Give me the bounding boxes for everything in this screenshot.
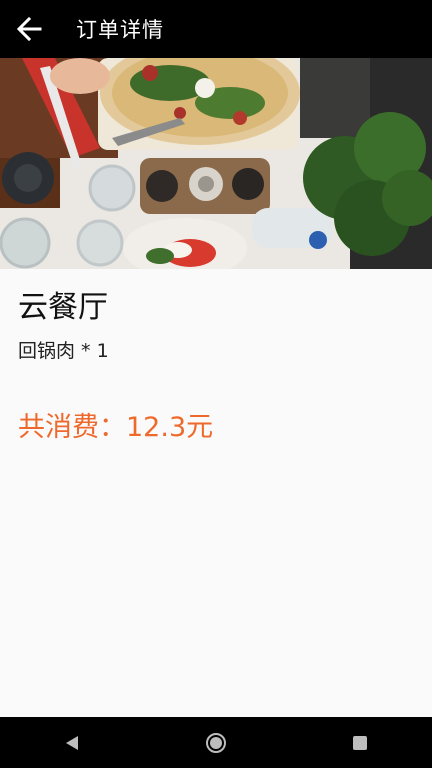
top-app-bar: 订单详情 — [0, 0, 432, 58]
order-detail-screen: 订单详情 云餐厅 回锅肉 * 1 共消费：12.3元 — [0, 0, 432, 768]
restaurant-hero-image — [0, 58, 432, 269]
nav-home-button[interactable] — [186, 717, 246, 768]
restaurant-name: 云餐厅 — [18, 290, 108, 325]
nav-back-triangle-icon — [66, 735, 78, 750]
nav-back-button[interactable] — [42, 717, 102, 768]
page-title: 订单详情 — [76, 18, 164, 42]
back-button[interactable] — [0, 0, 58, 58]
arrow-left-icon — [16, 16, 42, 42]
order-info: 云餐厅 回锅肉 * 1 共消费：12.3元 — [0, 269, 432, 445]
food-photo — [0, 58, 432, 269]
system-navigation-bar — [0, 717, 432, 768]
nav-recents-button[interactable] — [330, 717, 390, 768]
nav-recents-square-icon — [353, 735, 367, 750]
order-item-line: 回锅肉 * 1 — [18, 340, 109, 362]
nav-home-circle-icon — [206, 732, 226, 753]
order-total: 共消费：12.3元 — [18, 412, 214, 443]
